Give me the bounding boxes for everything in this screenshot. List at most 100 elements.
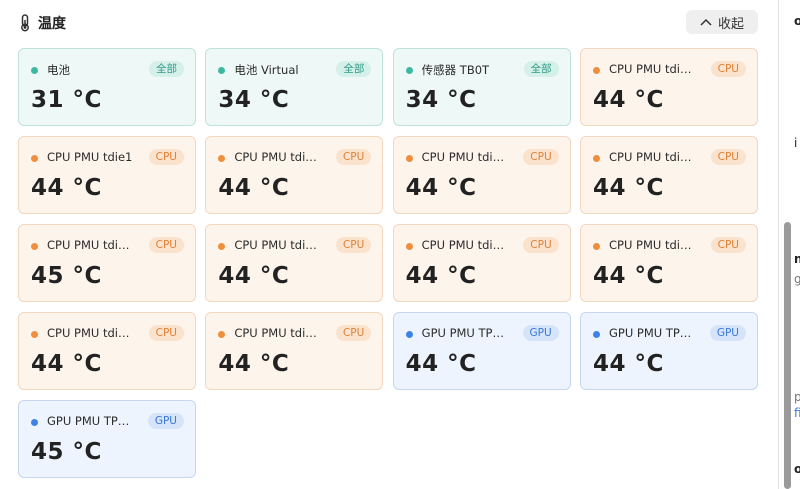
sensor-card: 传感器 TB0T 全部 34 °C	[392, 48, 571, 126]
side-text-fragment: p	[794, 390, 800, 404]
sensor-card: CPU PMU tdi… CPU 44 °C	[579, 48, 758, 126]
status-dot	[592, 243, 600, 250]
sensor-temperature: 44 °C	[592, 263, 664, 289]
status-dot	[592, 331, 600, 338]
status-dot	[31, 67, 38, 74]
side-text-fragment: g	[794, 272, 800, 286]
section-header: 温度 收起	[18, 10, 758, 36]
status-dot	[405, 331, 413, 338]
status-dot	[592, 67, 600, 74]
side-text-fragment: o	[794, 462, 800, 476]
sensor-card: GPU PMU TP… GPU 44 °C	[392, 312, 571, 390]
status-dot	[218, 331, 226, 338]
sensor-card: CPU PMU tdi… CPU 44 °C	[392, 136, 571, 214]
sensor-tag-badge: CPU	[710, 61, 746, 77]
section-title: 温度	[38, 16, 66, 32]
sensor-tag-badge: 全部	[149, 61, 184, 77]
sensor-card: CPU PMU tdi… CPU 44 °C	[205, 312, 384, 390]
sensor-card: GPU PMU TP… GPU 44 °C	[579, 312, 758, 390]
sensor-temperature: 44 °C	[31, 351, 102, 377]
sensor-name: CPU PMU tdi…	[234, 326, 317, 340]
status-dot	[31, 419, 38, 426]
sensor-card: CPU PMU tdi… CPU 44 °C	[18, 312, 196, 390]
sensor-temperature: 44 °C	[592, 87, 664, 113]
sensor-temperature: 44 °C	[218, 351, 290, 377]
sensor-tag-badge: CPU	[710, 149, 746, 165]
sensor-tag-badge: CPU	[148, 325, 184, 341]
sensor-tag-badge: 全部	[336, 61, 372, 77]
sensor-card: CPU PMU tdi… CPU 44 °C	[579, 136, 758, 214]
side-text-fragment: n	[794, 252, 800, 266]
sensor-tag-badge: CPU	[148, 237, 184, 253]
status-dot	[405, 67, 413, 74]
sensor-temperature: 44 °C	[592, 351, 664, 377]
sensor-tag-badge: CPU	[335, 237, 372, 253]
sensor-temperature: 34 °C	[405, 87, 477, 113]
status-dot	[218, 67, 226, 74]
collapse-button[interactable]: 收起	[686, 10, 758, 34]
sensor-name: CPU PMU tdie1	[47, 150, 133, 164]
status-dot	[218, 243, 226, 250]
scrollbar-thumb[interactable]	[784, 222, 791, 489]
sensor-card: CPU PMU tdi… CPU 44 °C	[392, 224, 571, 302]
thermometer-icon	[21, 14, 29, 32]
sensor-name: 电池	[47, 63, 70, 77]
status-dot	[31, 155, 38, 162]
sensor-tag-badge: CPU	[523, 149, 559, 165]
sensor-tag-badge: CPU	[523, 237, 559, 253]
sensor-tag-badge: 全部	[523, 61, 559, 77]
sensor-temperature: 44 °C	[592, 175, 664, 201]
sensor-name: 电池 Virtual	[234, 63, 299, 77]
sensor-card: CPU PMU tdi… CPU 44 °C	[205, 136, 384, 214]
sensor-name: CPU PMU tdi…	[47, 326, 130, 340]
scrollbar[interactable]	[784, 0, 792, 489]
sensor-card: CPU PMU tdie1 CPU 44 °C	[18, 136, 196, 214]
collapse-label: 收起	[717, 16, 744, 32]
temperature-panel: 温度 收起 电池 全部 31 °C 电池 Virtual 全部 34 °C 传感器 TB0T…	[0, 0, 778, 489]
sensor-tag-badge: GPU	[709, 325, 746, 341]
status-dot	[31, 243, 38, 250]
sensor-tag-badge: CPU	[148, 149, 184, 165]
sensor-name: GPU PMU TP…	[421, 326, 504, 340]
status-dot	[31, 331, 38, 338]
sensor-name: CPU PMU tdi…	[234, 150, 317, 164]
side-text-fragment: fi	[794, 406, 800, 420]
sensor-grid: 电池 全部 31 °C 电池 Virtual 全部 34 °C 传感器 TB0T 全部 34 °…	[18, 48, 758, 478]
status-dot	[592, 155, 600, 162]
sensor-card: CPU PMU tdi… CPU 45 °C	[18, 224, 196, 302]
status-dot	[405, 155, 413, 162]
sensor-tag-badge: CPU	[335, 325, 372, 341]
side-text-fragment: i	[794, 136, 798, 150]
sensor-temperature: 45 °C	[31, 439, 102, 465]
sensor-tag-badge: GPU	[522, 325, 559, 341]
status-dot	[405, 243, 413, 250]
sensor-card: 电池 Virtual 全部 34 °C	[205, 48, 384, 126]
sensor-temperature: 44 °C	[405, 263, 477, 289]
sensor-tag-badge: CPU	[710, 237, 746, 253]
sensor-name: GPU PMU TP…	[47, 414, 130, 428]
sensor-temperature: 31 °C	[31, 87, 102, 113]
chevron-up-icon	[700, 18, 712, 26]
sensor-card: 电池 全部 31 °C	[18, 48, 196, 126]
sensor-card: CPU PMU tdi… CPU 44 °C	[579, 224, 758, 302]
sensor-name: CPU PMU tdi…	[608, 62, 692, 76]
sensor-temperature: 44 °C	[218, 263, 290, 289]
sensor-card: CPU PMU tdi… CPU 44 °C	[205, 224, 384, 302]
sensor-temperature: 44 °C	[405, 351, 477, 377]
sensor-temperature: 44 °C	[218, 175, 290, 201]
sensor-name: CPU PMU tdi…	[234, 238, 317, 252]
background-window-edge: o i n g p fi o	[778, 0, 800, 489]
side-text-fragment: o	[794, 14, 800, 28]
sensor-name: CPU PMU tdi…	[608, 150, 692, 164]
sensor-name: GPU PMU TP…	[608, 326, 692, 340]
sensor-name: CPU PMU tdi…	[47, 238, 130, 252]
sensor-name: CPU PMU tdi…	[608, 238, 692, 252]
sensor-name: 传感器 TB0T	[421, 63, 490, 77]
sensor-temperature: 34 °C	[218, 87, 290, 113]
sensor-temperature: 45 °C	[31, 263, 102, 289]
sensor-temperature: 44 °C	[405, 175, 477, 201]
sensor-tag-badge: GPU	[147, 413, 184, 429]
status-dot	[218, 155, 226, 162]
sensor-card: GPU PMU TP… GPU 45 °C	[18, 400, 196, 478]
sensor-temperature: 44 °C	[31, 175, 102, 201]
